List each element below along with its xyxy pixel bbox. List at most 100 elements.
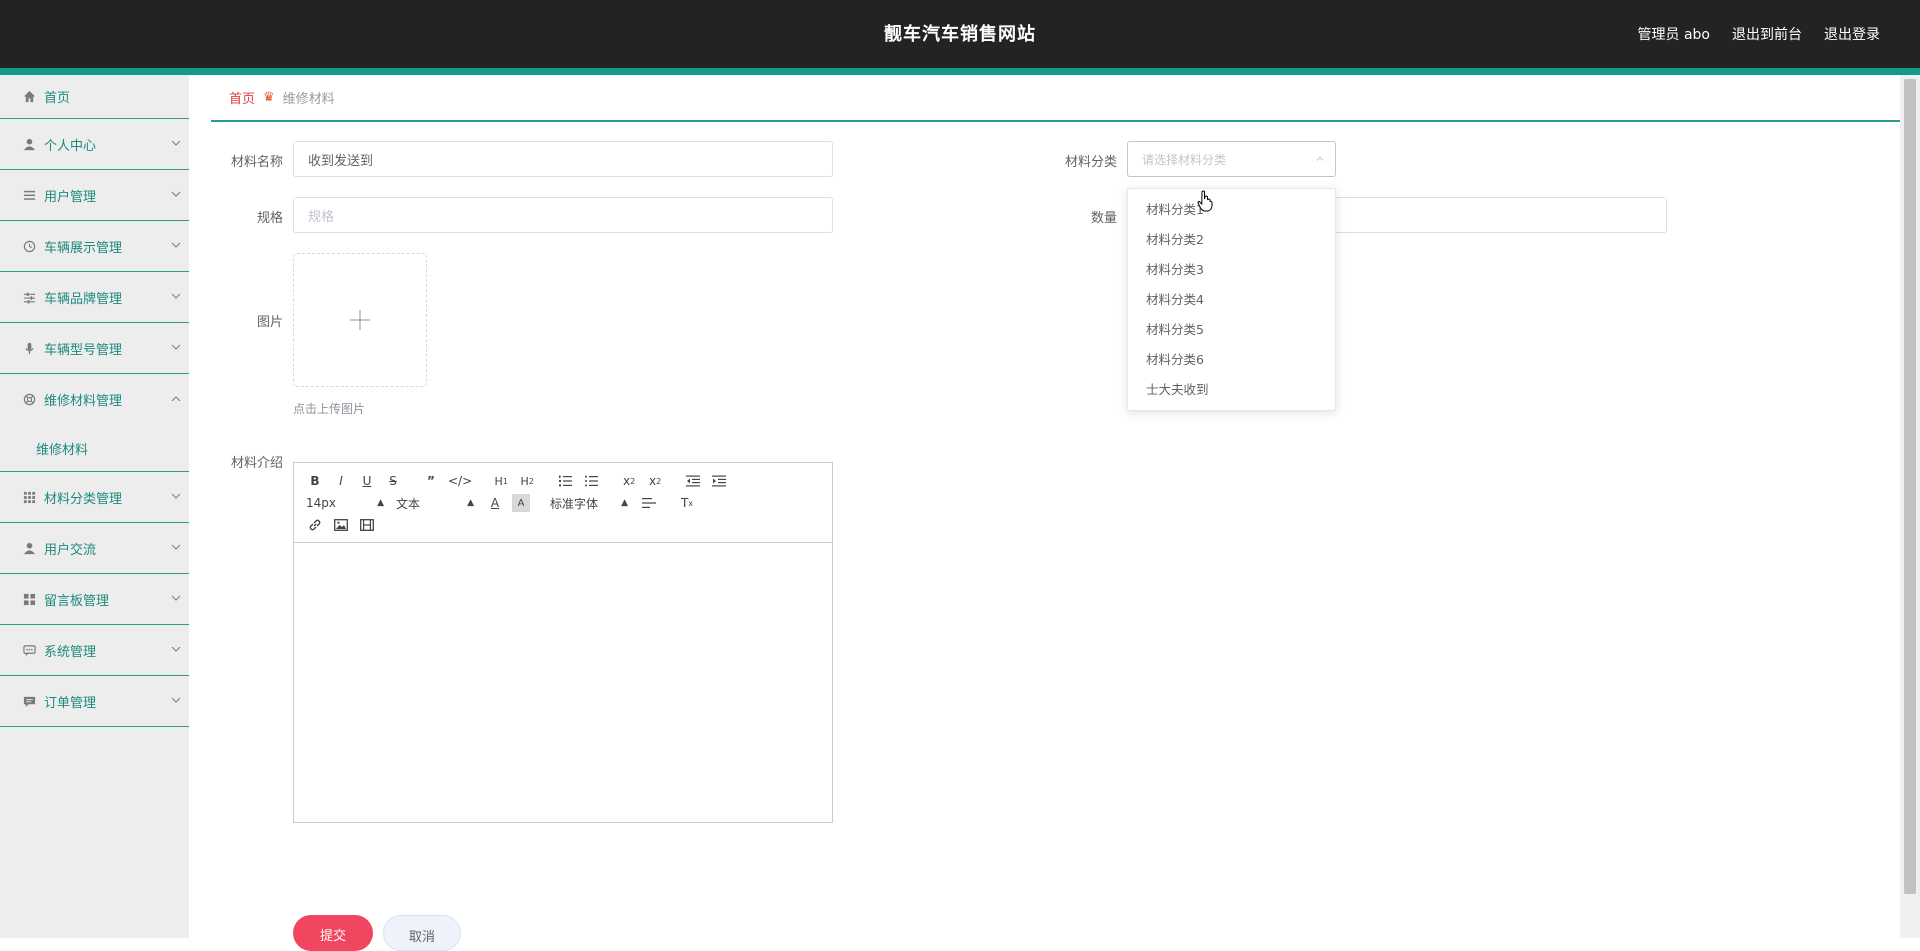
material-name-input[interactable]: 收到发送到 [293, 141, 833, 177]
updown-icon: ▲ [467, 498, 474, 508]
sidebar-item-label: 材料分类管理 [44, 491, 123, 507]
user-icon [22, 137, 36, 151]
font-family-select[interactable]: 标准字体 ▲ [550, 495, 628, 512]
header-2-icon[interactable]: H2 [518, 472, 536, 490]
dropdown-option[interactable]: 材料分类4 [1128, 285, 1335, 315]
spec-input[interactable]: 规格 [293, 197, 833, 233]
cancel-button[interactable]: 取消 [383, 915, 461, 951]
hand-cursor-icon [1197, 190, 1213, 212]
underline-icon[interactable]: U [358, 472, 376, 490]
breadcrumb-separator-icon: ♛ [263, 90, 275, 105]
dropdown-option[interactable]: 材料分类1 [1128, 195, 1335, 225]
align-icon[interactable] [640, 494, 658, 512]
ordered-list-icon[interactable] [556, 472, 574, 490]
indent-icon[interactable] [710, 472, 728, 490]
sidebar-item-label: 系统管理 [44, 644, 97, 660]
link-icon[interactable] [306, 516, 324, 534]
submit-button[interactable]: 提交 [293, 915, 373, 951]
font-color-icon[interactable]: A [486, 494, 504, 512]
breadcrumb: 首页 ♛ 维修材料 [211, 75, 1901, 122]
sidebar-item-vehicle-model[interactable]: 车辆型号管理 [0, 323, 189, 374]
scrollbar-thumb[interactable] [1904, 79, 1916, 894]
chevron-down-icon [171, 344, 181, 350]
sidebar-item-vehicle-display[interactable]: 车辆展示管理 [0, 221, 189, 272]
updown-icon: ▲ [377, 498, 384, 508]
video-icon[interactable] [358, 516, 376, 534]
logout-link[interactable]: 退出登录 [1824, 24, 1880, 44]
sidebar-item-label: 车辆品牌管理 [44, 291, 123, 307]
font-family-value: 标准字体 [550, 496, 599, 511]
name-label: 材料名称 [230, 155, 283, 170]
home-icon [22, 90, 36, 104]
dropdown-option[interactable]: 材料分类2 [1128, 225, 1335, 255]
image-upload-box[interactable] [293, 253, 427, 387]
sidebar-item-vehicle-brand[interactable]: 车辆品牌管理 [0, 272, 189, 323]
category-placeholder: 请选择材料分类 [1142, 152, 1227, 167]
breadcrumb-home[interactable]: 首页 [229, 88, 255, 107]
category-label: 材料分类 [1064, 155, 1117, 170]
outdent-icon[interactable] [684, 472, 702, 490]
site-title: 靓车汽车销售网站 [884, 24, 1036, 45]
sidebar: 首页 个人中心 用户管理 车辆展示管理 车辆品牌管理 车辆型号管理 维修材料管理… [0, 75, 189, 938]
header-select[interactable]: 文本 ▲ [396, 495, 474, 512]
superscript-icon[interactable]: x2 [646, 472, 664, 490]
clock-icon [22, 239, 36, 253]
dropdown-option[interactable]: 材料分类5 [1128, 315, 1335, 345]
grid-icon [22, 490, 36, 504]
header-select-value: 文本 [396, 496, 421, 511]
bullet-list-icon[interactable] [582, 472, 600, 490]
category-dropdown: 材料分类1 材料分类2 材料分类3 材料分类4 材料分类5 材料分类6 士大夫收… [1127, 188, 1336, 411]
chat-icon [22, 643, 36, 657]
chevron-down-icon [171, 293, 181, 299]
back-to-front-link[interactable]: 退出到前台 [1732, 24, 1802, 44]
sidebar-item-system[interactable]: 系统管理 [0, 625, 189, 676]
italic-icon[interactable]: I [332, 472, 350, 490]
sidebar-item-orders[interactable]: 订单管理 [0, 676, 189, 727]
quantity-label: 数量 [1090, 211, 1117, 226]
strikethrough-icon[interactable]: S [384, 472, 402, 490]
sidebar-item-users[interactable]: 用户管理 [0, 170, 189, 221]
mic-icon [22, 341, 36, 355]
header-1-icon[interactable]: H1 [492, 472, 510, 490]
category-select[interactable]: 请选择材料分类 [1127, 141, 1336, 177]
sidebar-item-user-exchange[interactable]: 用户交流 [0, 523, 189, 574]
lifebuoy-icon [22, 393, 36, 407]
subscript-icon[interactable]: x2 [620, 472, 638, 490]
intro-label: 材料介绍 [230, 456, 283, 471]
chevron-down-icon [171, 544, 181, 550]
chevron-down-icon [171, 140, 181, 146]
sidebar-item-home[interactable]: 首页 [0, 75, 189, 119]
background-color-icon[interactable]: A [512, 494, 530, 512]
sidebar-item-label: 车辆展示管理 [44, 240, 123, 256]
sidebar-item-label: 用户管理 [44, 189, 97, 205]
code-block-icon[interactable]: </> [448, 472, 472, 490]
blockquote-icon[interactable]: ” [422, 472, 440, 490]
sidebar-item-label: 留言板管理 [44, 593, 110, 609]
font-size-select[interactable]: 14px ▲ [306, 496, 384, 510]
image-icon[interactable] [332, 516, 350, 534]
sidebar-item-repair-materials[interactable]: 维修材料管理 [0, 374, 189, 425]
chevron-down-icon [171, 697, 181, 703]
dropdown-option[interactable]: 士大夫收到 [1128, 375, 1335, 405]
sidebar-item-label: 首页 [44, 91, 71, 106]
user-icon [22, 541, 36, 555]
top-bar: 靓车汽车销售网站 管理员 abo 退出到前台 退出登录 [0, 0, 1920, 68]
rich-text-editor: B I U S ” </> H1 H2 x2 x2 14px ▲ 文本 ▲ A … [293, 462, 833, 823]
dropdown-option[interactable]: 材料分类3 [1128, 255, 1335, 285]
chevron-up-icon [171, 395, 181, 401]
dropdown-option[interactable]: 材料分类6 [1128, 345, 1335, 375]
page-scrollbar[interactable] [1900, 75, 1920, 938]
chevron-up-icon [1316, 156, 1324, 161]
sidebar-item-label: 个人中心 [44, 138, 97, 154]
chevron-down-icon [171, 191, 181, 197]
sidebar-subitem-repair-materials[interactable]: 维修材料 [0, 425, 189, 472]
sidebar-item-material-category[interactable]: 材料分类管理 [0, 472, 189, 523]
sidebar-item-personal[interactable]: 个人中心 [0, 119, 189, 170]
updown-icon: ▲ [621, 498, 628, 508]
sidebar-item-label: 订单管理 [44, 695, 97, 711]
editor-content-area[interactable] [294, 543, 832, 822]
clear-format-icon[interactable]: Tx [678, 494, 696, 512]
sidebar-item-message-board[interactable]: 留言板管理 [0, 574, 189, 625]
bold-icon[interactable]: B [306, 472, 324, 490]
sidebar-item-label: 车辆型号管理 [44, 342, 123, 358]
